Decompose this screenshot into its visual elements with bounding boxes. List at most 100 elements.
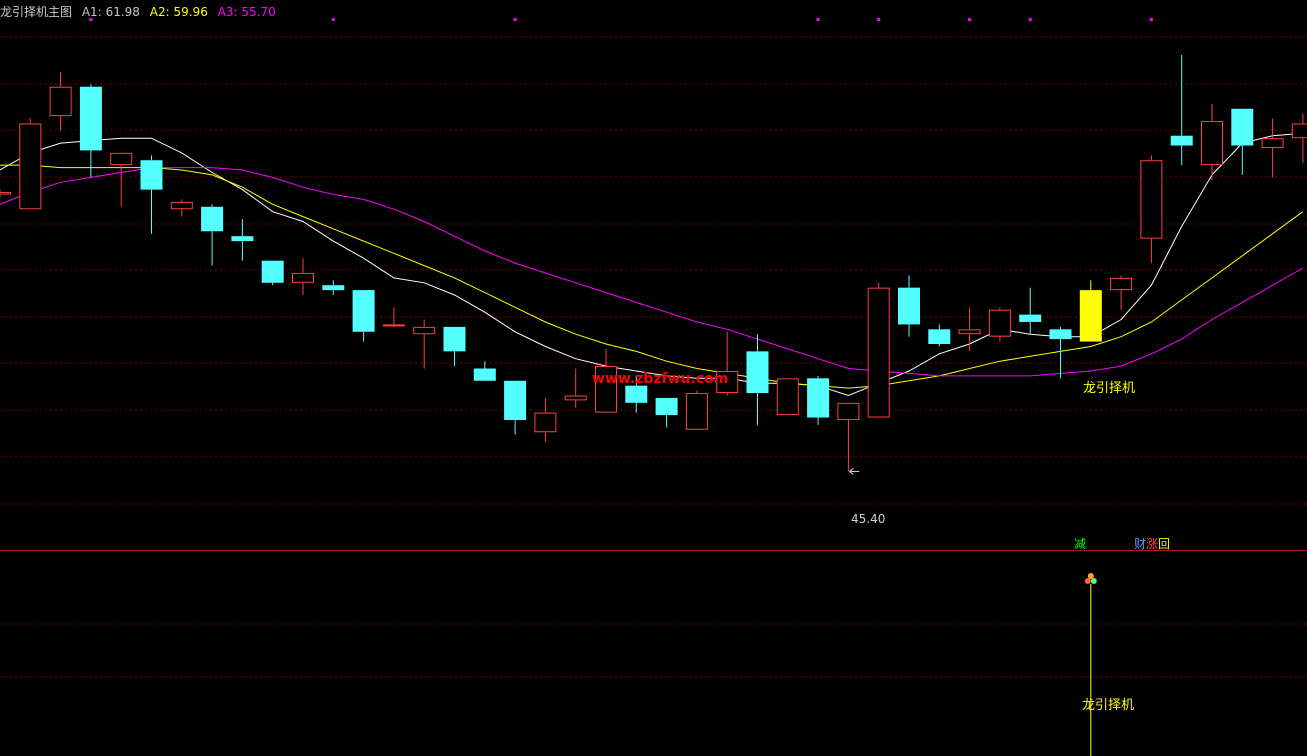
candlestick-chart: 45.40 www.zbzfwu.com 龙引择机 龙引择机 减 财 涨 回	[0, 18, 1307, 756]
candle-body	[504, 380, 527, 420]
candle-body	[292, 272, 314, 283]
candle-body	[1140, 160, 1163, 239]
candle-body	[1231, 108, 1254, 146]
top-marker	[816, 18, 820, 21]
candle-body	[170, 201, 193, 210]
candles	[0, 54, 1307, 472]
candle	[655, 397, 678, 428]
candle	[746, 334, 769, 425]
candle	[504, 380, 527, 435]
candle	[443, 326, 466, 367]
candle-body	[201, 206, 224, 232]
candle	[261, 260, 284, 286]
candle	[1291, 113, 1307, 163]
candle-body	[1261, 138, 1284, 148]
candle	[19, 118, 42, 210]
candle-body	[140, 160, 163, 190]
candle	[1261, 118, 1284, 178]
candle-body	[746, 351, 769, 394]
tag-jian: 减	[1074, 537, 1086, 551]
candle-body	[807, 378, 830, 418]
top-marker	[331, 18, 335, 21]
candle	[685, 390, 708, 430]
candle-body	[231, 236, 254, 242]
candle-body	[473, 368, 496, 381]
signal-dot	[1090, 578, 1097, 584]
candle-body	[837, 402, 860, 420]
annotations: 45.40 www.zbzfwu.com 龙引择机 龙引择机 减 财 涨 回	[592, 371, 1170, 756]
candle	[988, 307, 1011, 342]
candle	[170, 199, 193, 217]
candle	[110, 152, 133, 207]
candle-body	[1079, 290, 1102, 342]
candle	[1110, 275, 1133, 310]
candle	[473, 361, 496, 381]
candle	[140, 155, 163, 234]
candle-body	[1110, 277, 1133, 291]
low-price-label: 45.40	[851, 512, 885, 526]
candle-body	[352, 290, 375, 332]
candle-body	[1049, 329, 1072, 340]
candle	[1140, 155, 1163, 264]
watermark: www.zbzfwu.com	[592, 371, 728, 387]
tag-hui: 回	[1158, 537, 1170, 551]
candle-body	[1170, 135, 1193, 146]
candle	[49, 72, 72, 131]
top-marker	[877, 18, 881, 21]
candle-body	[443, 326, 466, 352]
candle-body	[1201, 121, 1223, 166]
candle-body	[928, 329, 951, 345]
top-marker	[1028, 18, 1032, 21]
series-line-a2	[0, 164, 1304, 389]
candle-body	[322, 285, 345, 291]
candle	[201, 204, 224, 266]
candle-body	[867, 287, 890, 418]
candle-body	[655, 397, 678, 416]
candle-body	[625, 385, 648, 403]
candle	[1170, 54, 1193, 166]
signal-label-main: 龙引择机	[1083, 381, 1135, 396]
tag-cai: 财	[1134, 537, 1146, 551]
candle	[292, 258, 314, 296]
candle	[1231, 108, 1254, 175]
candle	[322, 280, 345, 296]
candle-body	[958, 329, 981, 335]
top-marker	[1149, 18, 1153, 21]
candle-body	[0, 192, 11, 195]
candle-body	[49, 86, 72, 117]
signal-dot	[1084, 578, 1091, 584]
candle-body	[1019, 314, 1042, 322]
candle	[776, 378, 799, 416]
candle	[1079, 280, 1102, 342]
candle-body	[898, 287, 920, 325]
candle	[413, 319, 436, 369]
signal-dot	[1087, 573, 1094, 579]
candle-body	[988, 309, 1011, 337]
moving-average-lines	[0, 132, 1304, 397]
candle	[958, 307, 981, 352]
top-marker	[513, 18, 517, 21]
candle	[867, 282, 890, 418]
candle-body	[776, 378, 799, 416]
candle	[1201, 103, 1223, 180]
candle	[352, 290, 375, 342]
candle	[807, 375, 830, 425]
candle	[1019, 287, 1042, 335]
candle	[898, 275, 920, 337]
candle	[534, 397, 557, 443]
candle-body	[413, 326, 436, 335]
candle	[231, 219, 254, 261]
candle-body	[79, 86, 102, 151]
top-markers	[89, 18, 1153, 21]
candle	[564, 368, 587, 408]
candle-body	[19, 123, 42, 210]
signal-label-sub: 龙引择机	[1082, 698, 1134, 713]
candle	[79, 84, 102, 178]
candle	[0, 189, 11, 197]
candle-body	[564, 395, 587, 401]
candle-body	[110, 152, 133, 166]
candle-body	[261, 260, 284, 283]
candle	[837, 402, 860, 472]
top-marker	[89, 18, 93, 21]
top-marker	[968, 18, 972, 21]
